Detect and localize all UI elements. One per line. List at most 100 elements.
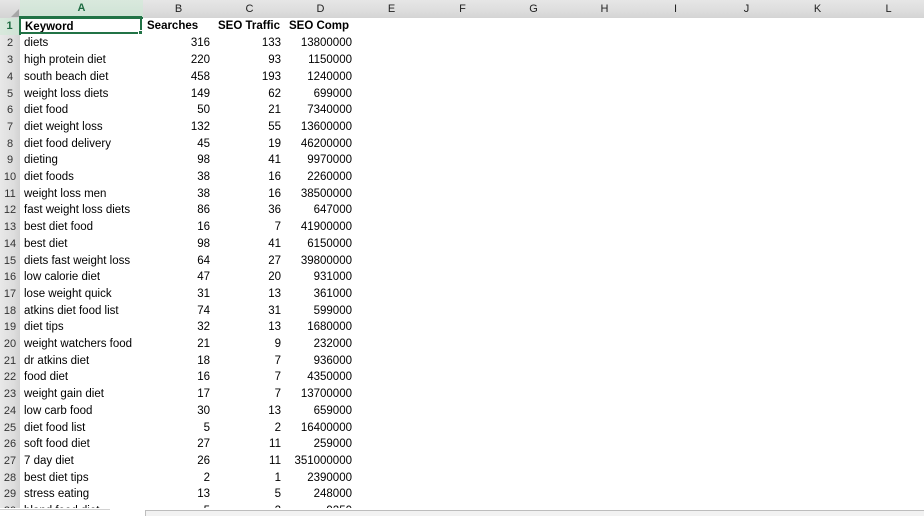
cell-C25[interactable]: 2 (214, 419, 285, 437)
cell-I11[interactable] (640, 185, 711, 203)
cell-L13[interactable] (853, 219, 924, 236)
cell-A24[interactable]: low carb food (20, 402, 143, 420)
cell-F8[interactable] (427, 135, 498, 153)
cell-G27[interactable] (498, 452, 569, 470)
row-header-14[interactable]: 14 (0, 235, 20, 253)
cell-G15[interactable] (498, 252, 569, 270)
cell-E7[interactable] (356, 118, 427, 136)
cell-E2[interactable] (356, 35, 427, 53)
cell-K25[interactable] (782, 419, 853, 437)
cell-J8[interactable] (711, 135, 782, 153)
cell-C1[interactable]: SEO Traffic (214, 17, 285, 36)
cell-I24[interactable] (640, 402, 711, 420)
cell-B16[interactable]: 47 (143, 269, 214, 286)
cell-L28[interactable] (853, 469, 924, 487)
cell-H10[interactable] (569, 169, 640, 186)
cell-A18[interactable]: atkins diet food list (20, 302, 143, 320)
cell-K7[interactable] (782, 118, 853, 136)
cell-A10[interactable]: diet foods (20, 169, 143, 186)
cell-F7[interactable] (427, 118, 498, 136)
cell-C16[interactable]: 20 (214, 269, 285, 286)
cell-F3[interactable] (427, 52, 498, 69)
cell-F16[interactable] (427, 269, 498, 286)
cell-E17[interactable] (356, 285, 427, 303)
cell-B6[interactable]: 50 (143, 102, 214, 119)
cell-H17[interactable] (569, 285, 640, 303)
cell-K17[interactable] (782, 285, 853, 303)
cell-H11[interactable] (569, 185, 640, 203)
cell-H20[interactable] (569, 336, 640, 353)
cell-H29[interactable] (569, 486, 640, 504)
cell-B22[interactable]: 16 (143, 369, 214, 387)
cell-D10[interactable]: 2260000 (285, 169, 356, 186)
cell-F29[interactable] (427, 486, 498, 504)
cell-J2[interactable] (711, 35, 782, 53)
cell-G26[interactable] (498, 436, 569, 453)
cell-L11[interactable] (853, 185, 924, 203)
cell-K22[interactable] (782, 369, 853, 387)
cell-G21[interactable] (498, 352, 569, 370)
cell-F4[interactable] (427, 68, 498, 86)
cell-L4[interactable] (853, 68, 924, 86)
cell-C12[interactable]: 36 (214, 202, 285, 220)
cell-F13[interactable] (427, 219, 498, 236)
cell-D9[interactable]: 9970000 (285, 152, 356, 170)
cell-B29[interactable]: 13 (143, 486, 214, 504)
cell-J3[interactable] (711, 52, 782, 69)
cell-G20[interactable] (498, 336, 569, 353)
cell-E11[interactable] (356, 185, 427, 203)
cell-B25[interactable]: 5 (143, 419, 214, 437)
cell-J7[interactable] (711, 118, 782, 136)
cell-D22[interactable]: 4350000 (285, 369, 356, 387)
cell-D13[interactable]: 41900000 (285, 219, 356, 236)
row-header-27[interactable]: 27 (0, 452, 20, 470)
cell-L23[interactable] (853, 386, 924, 403)
column-header-k[interactable]: K (782, 0, 853, 18)
cell-A4[interactable]: south beach diet (20, 68, 143, 86)
cell-F15[interactable] (427, 252, 498, 270)
cell-L15[interactable] (853, 252, 924, 270)
cell-D28[interactable]: 2390000 (285, 469, 356, 487)
cell-K16[interactable] (782, 269, 853, 286)
cell-C13[interactable]: 7 (214, 219, 285, 236)
cell-E25[interactable] (356, 419, 427, 437)
cell-D15[interactable]: 39800000 (285, 252, 356, 270)
cell-J11[interactable] (711, 185, 782, 203)
cell-E9[interactable] (356, 152, 427, 170)
cell-F12[interactable] (427, 202, 498, 220)
row-header-9[interactable]: 9 (0, 152, 20, 170)
cell-C9[interactable]: 41 (214, 152, 285, 170)
column-header-d[interactable]: D (285, 0, 356, 18)
cell-D1[interactable]: SEO Comp (285, 17, 356, 36)
cell-I13[interactable] (640, 219, 711, 236)
cell-H21[interactable] (569, 352, 640, 370)
cell-F17[interactable] (427, 285, 498, 303)
cell-L20[interactable] (853, 336, 924, 353)
row-header-11[interactable]: 11 (0, 185, 20, 203)
cell-H28[interactable] (569, 469, 640, 487)
cell-L17[interactable] (853, 285, 924, 303)
column-header-b[interactable]: B (143, 0, 214, 18)
cell-B28[interactable]: 2 (143, 469, 214, 487)
cell-A25[interactable]: diet food list (20, 419, 143, 437)
cell-D16[interactable]: 931000 (285, 269, 356, 286)
cell-J10[interactable] (711, 169, 782, 186)
cell-J6[interactable] (711, 102, 782, 119)
row-header-18[interactable]: 18 (0, 302, 20, 320)
cell-D20[interactable]: 232000 (285, 336, 356, 353)
column-header-l[interactable]: L (853, 0, 924, 18)
row-header-29[interactable]: 29 (0, 486, 20, 504)
cell-L7[interactable] (853, 118, 924, 136)
cell-E13[interactable] (356, 219, 427, 236)
cell-J17[interactable] (711, 285, 782, 303)
cell-H27[interactable] (569, 452, 640, 470)
cell-B17[interactable]: 31 (143, 285, 214, 303)
cell-C11[interactable]: 16 (214, 185, 285, 203)
cell-C15[interactable]: 27 (214, 252, 285, 270)
cell-G6[interactable] (498, 102, 569, 119)
cell-G19[interactable] (498, 319, 569, 337)
cell-K29[interactable] (782, 486, 853, 504)
cell-F5[interactable] (427, 85, 498, 103)
cell-K28[interactable] (782, 469, 853, 487)
cell-A11[interactable]: weight loss men (20, 185, 143, 203)
